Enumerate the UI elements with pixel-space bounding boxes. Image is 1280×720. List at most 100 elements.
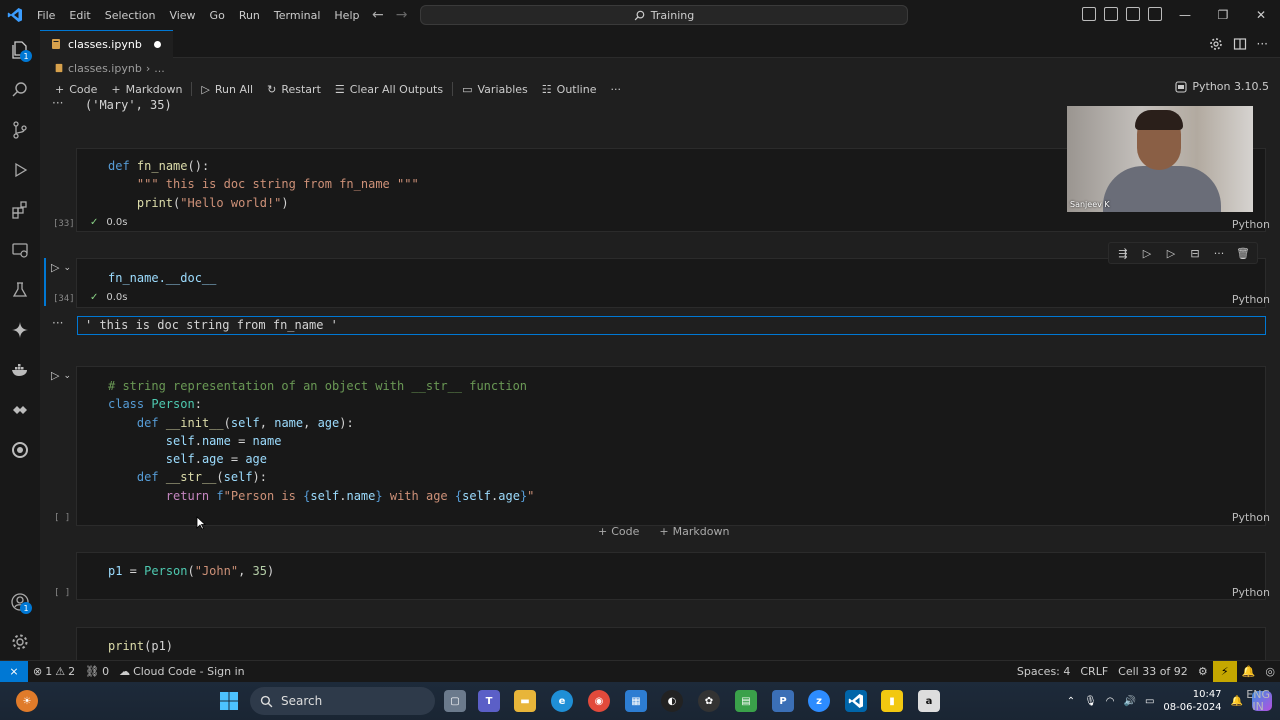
restart-button[interactable]: ↻ Restart [260, 83, 328, 96]
zoom-icon[interactable]: z [808, 690, 830, 712]
forward-arrow-icon[interactable]: → [396, 7, 408, 23]
explorer-icon[interactable]: 1 [0, 30, 40, 70]
gemini-sparkle-icon[interactable] [0, 310, 40, 350]
copilot-icon[interactable]: ⚡ [1212, 660, 1237, 683]
execute-above-icon[interactable]: ⇶ [1113, 245, 1133, 261]
extensions-icon[interactable] [0, 190, 40, 230]
menu-file[interactable]: File [30, 9, 62, 22]
input-language[interactable]: ENG IN [1246, 689, 1270, 713]
remote-explorer-icon[interactable] [0, 230, 40, 270]
minimize-icon[interactable]: — [1166, 0, 1204, 30]
microphone-icon[interactable]: 🎙 [1084, 696, 1097, 707]
account-icon[interactable]: 1 [0, 582, 40, 622]
kubernetes-icon[interactable] [0, 390, 40, 430]
cloud-code-icon[interactable] [0, 430, 40, 470]
edge-icon[interactable]: e [551, 690, 573, 712]
menu-terminal[interactable]: Terminal [267, 9, 328, 22]
problems-indicator[interactable]: ⊗ 1 ⚠ 2 [28, 665, 80, 678]
amazon-icon[interactable]: a [918, 690, 940, 712]
cell-35-language[interactable]: Python [1232, 511, 1270, 524]
run-debug-icon[interactable] [0, 150, 40, 190]
chrome-icon[interactable]: ◉ [588, 690, 610, 712]
settings-gear-icon[interactable] [1209, 37, 1223, 51]
split-cell-icon[interactable]: ⊟ [1185, 245, 1205, 261]
breadcrumb-file[interactable]: classes.ipynb [68, 62, 142, 75]
ports-indicator[interactable]: ⛓ 0 [80, 665, 114, 678]
python-icon[interactable]: P [772, 690, 794, 712]
cell-33-language[interactable]: Python [1232, 218, 1270, 231]
customize-layout-icon[interactable] [1148, 7, 1162, 21]
toolbar-more-button[interactable]: ··· [603, 83, 628, 96]
cell-34-language[interactable]: Python [1232, 293, 1270, 306]
toggle-primary-sidebar-icon[interactable] [1082, 7, 1096, 21]
tray-chevron-icon[interactable]: ⌃ [1067, 696, 1075, 707]
notifications-bell-icon[interactable]: 🔔 [1237, 665, 1261, 678]
cell-36-language[interactable]: Python [1232, 586, 1270, 599]
tab-classes-ipynb[interactable]: classes.ipynb [40, 30, 173, 58]
clear-outputs-button[interactable]: ☰ Clear All Outputs [328, 83, 450, 96]
code-cell-34[interactable] [76, 258, 1266, 308]
insert-markdown-cell-button[interactable]: + Markdown [659, 525, 729, 538]
app-icon[interactable]: ✿ [698, 690, 720, 712]
kernel-picker[interactable]: Python 3.10.5 [1175, 80, 1269, 93]
delete-cell-icon[interactable]: 🗑 [1233, 245, 1253, 261]
battery-icon[interactable]: ▭ [1145, 696, 1154, 707]
run-options-chevron-icon[interactable]: ⌄ [63, 263, 71, 273]
split-editor-icon[interactable] [1233, 37, 1247, 51]
github-icon[interactable]: ◐ [661, 690, 683, 712]
menu-help[interactable]: Help [327, 9, 366, 22]
cell-more-icon[interactable]: ··· [1209, 245, 1229, 261]
menu-run[interactable]: Run [232, 9, 267, 22]
outline-button[interactable]: ☷ Outline [535, 83, 604, 96]
variables-button[interactable]: ▭ Variables [455, 83, 535, 96]
source-control-icon[interactable] [0, 110, 40, 150]
search-sidebar-icon[interactable] [0, 70, 40, 110]
close-icon[interactable]: ✕ [1242, 0, 1280, 30]
insert-code-cell-button[interactable]: + Code [598, 525, 639, 538]
toggle-secondary-sidebar-icon[interactable] [1126, 7, 1140, 21]
account-status-icon[interactable]: ◎ [1260, 665, 1280, 678]
execute-cell-icon[interactable]: ▷ [1137, 245, 1157, 261]
command-center-search[interactable]: Training [420, 5, 908, 25]
wifi-icon[interactable]: ◠ [1106, 696, 1115, 707]
breadcrumb-rest[interactable]: ... [154, 62, 165, 75]
testing-flask-icon[interactable] [0, 270, 40, 310]
more-actions-icon[interactable]: ··· [1257, 37, 1268, 51]
add-code-button[interactable]: + Code [48, 83, 104, 96]
menu-selection[interactable]: Selection [98, 9, 163, 22]
menu-edit[interactable]: Edit [62, 9, 97, 22]
menu-go[interactable]: Go [203, 9, 232, 22]
cloud-code-signin[interactable]: ☁ Cloud Code - Sign in [114, 665, 250, 678]
unsaved-dot-icon[interactable] [153, 40, 161, 48]
clock[interactable]: 10:47 08-06-2024 [1163, 688, 1221, 714]
add-markdown-button[interactable]: + Markdown [104, 83, 189, 96]
teams-icon[interactable]: T [478, 690, 500, 712]
manage-gear-icon[interactable] [0, 622, 40, 662]
restore-icon[interactable]: ❐ [1204, 0, 1242, 30]
back-arrow-icon[interactable]: ← [372, 7, 384, 23]
store-icon[interactable]: ▦ [625, 690, 647, 712]
execute-below-icon[interactable]: ▷ [1161, 245, 1181, 261]
weather-widget-icon[interactable]: ☀ [16, 690, 38, 712]
output-more-icon[interactable]: ··· [52, 96, 63, 110]
cell-position-indicator[interactable]: Cell 33 of 92 [1113, 665, 1193, 678]
indentation-indicator[interactable]: Spaces: 4 [1012, 665, 1075, 678]
toggle-panel-icon[interactable] [1104, 7, 1118, 21]
cell-35-run-button[interactable]: ▷ ⌄ [51, 369, 71, 382]
remote-indicator-icon[interactable]: ⨯ [0, 660, 28, 683]
task-view-icon[interactable]: ▢ [444, 690, 466, 712]
spreadsheet-icon[interactable]: ▤ [735, 690, 757, 712]
volume-icon[interactable]: 🔊 [1124, 696, 1136, 707]
file-explorer-icon[interactable]: ▬ [514, 690, 536, 712]
vscode-taskbar-icon[interactable] [845, 690, 867, 712]
run-all-button[interactable]: ▷ Run All [194, 83, 260, 96]
windows-start-icon[interactable] [218, 690, 240, 712]
feedback-icon[interactable]: ⚙ [1193, 665, 1213, 678]
powerbi-icon[interactable]: ▮ [881, 690, 903, 712]
menu-view[interactable]: View [162, 9, 202, 22]
cell-34-run-button[interactable]: ▷ ⌄ [51, 261, 71, 274]
output-more-icon[interactable]: ··· [52, 316, 63, 330]
docker-icon[interactable] [0, 350, 40, 390]
taskbar-search[interactable]: Search [250, 687, 435, 715]
run-options-chevron-icon[interactable]: ⌄ [63, 371, 71, 381]
